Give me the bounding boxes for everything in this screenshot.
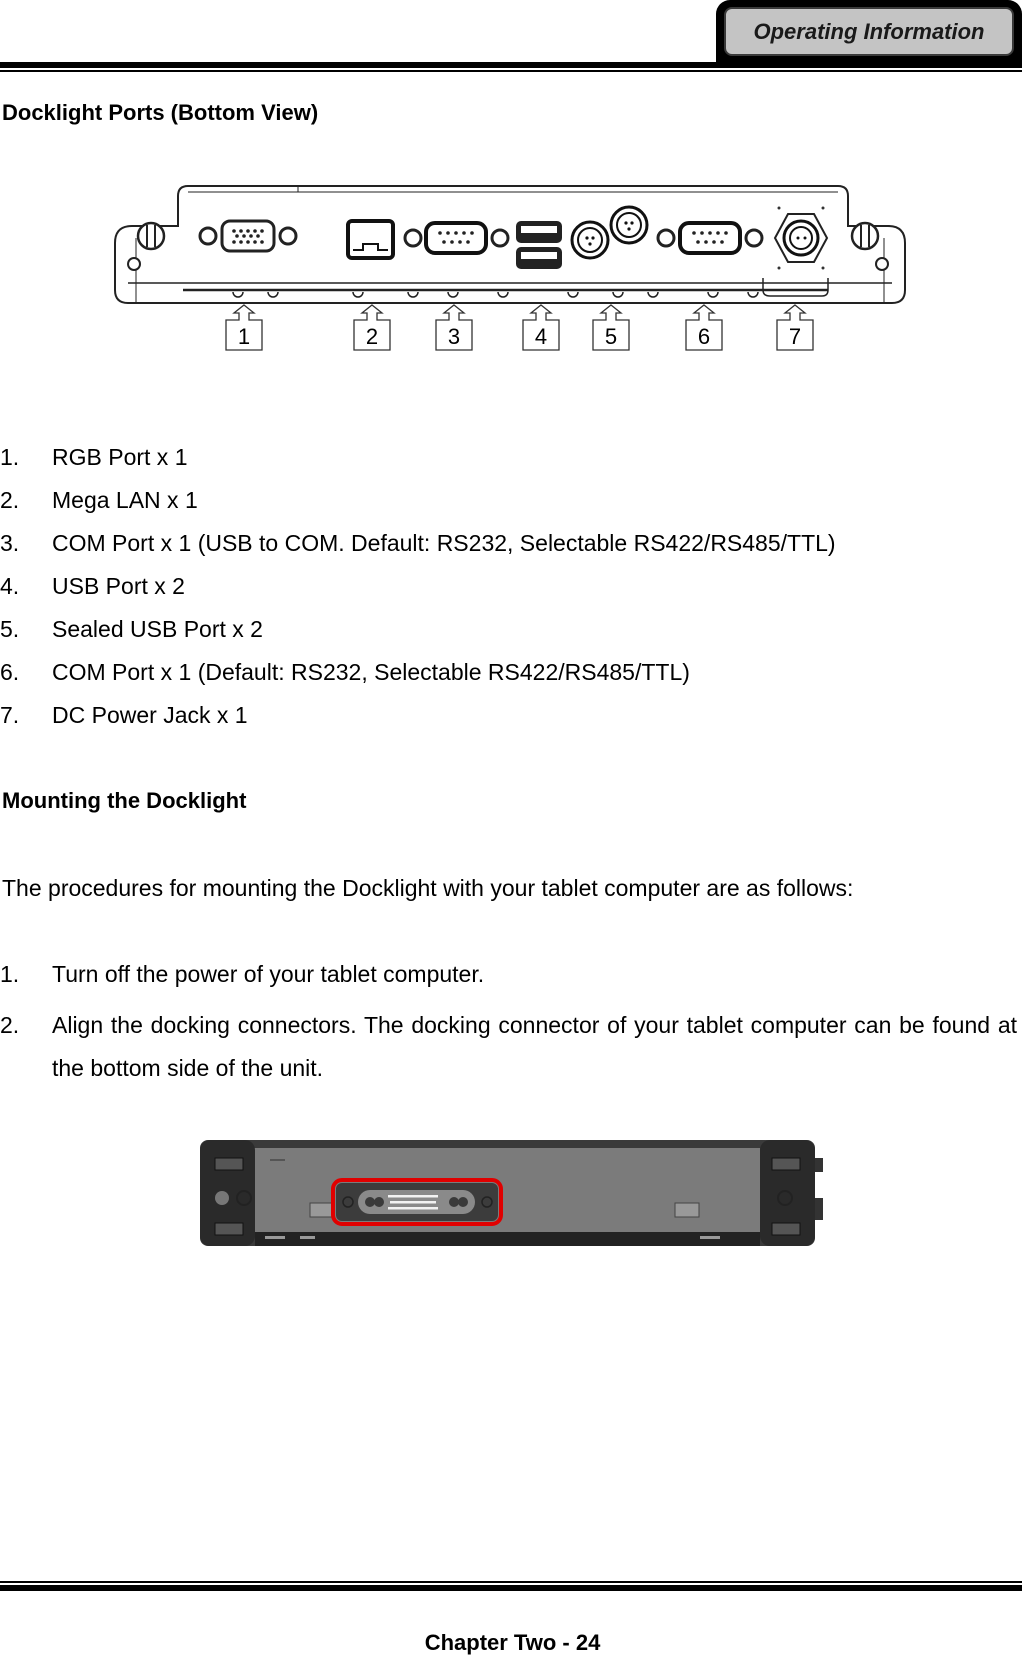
callout-3: 3 <box>434 304 474 359</box>
page-number: Chapter Two - 24 <box>424 1630 601 1655</box>
usb-ports-icon <box>516 221 562 269</box>
port-list-item: 7. DC Power Jack x 1 <box>0 702 248 728</box>
sealed-usb-ports-icon <box>570 205 649 260</box>
thumb-screw-left-icon <box>136 221 166 251</box>
com-port-2-icon <box>656 221 764 255</box>
tablet-bottom-figure <box>200 1140 823 1246</box>
rgb-port-icon <box>198 219 298 253</box>
footer-rule-thin <box>0 1581 1022 1583</box>
port-list-item: 5. Sealed USB Port x 2 <box>0 616 263 642</box>
mounting-title: Mounting the Docklight <box>2 788 247 813</box>
mounting-step: 2. Align the docking connectors. The doc… <box>0 1012 1017 1081</box>
com-port-1-icon <box>403 221 510 255</box>
docklight-ports-title: Docklight Ports (Bottom View) <box>2 100 319 125</box>
header-rule-thin <box>0 70 1022 72</box>
mounting-intro: The procedures for mounting the Dockligh… <box>2 875 854 901</box>
thumb-screw-right-icon <box>850 221 880 251</box>
callout-1: 1 <box>224 304 264 359</box>
lan-port-icon <box>346 219 395 260</box>
callout-7: 7 <box>775 304 815 359</box>
docking-connector-icon <box>336 1183 498 1221</box>
port-list-item: 6. COM Port x 1 (Default: RS232, Selecta… <box>0 659 690 685</box>
mounting-step: 1. Turn off the power of your tablet com… <box>0 961 485 987</box>
port-list-item: 1. RGB Port x 1 <box>0 444 188 470</box>
port-list-item: 2. Mega LAN x 1 <box>0 487 198 513</box>
callout-4: 4 <box>521 304 561 359</box>
port-list-item: 4. USB Port x 2 <box>0 573 185 599</box>
section-tab-label: Operating Information <box>753 18 985 44</box>
port-list-item: 3. COM Port x 1 (USB to COM. Default: RS… <box>0 530 836 556</box>
callout-6: 6 <box>684 304 724 359</box>
footer-rule-thick <box>0 1585 1022 1591</box>
callout-2: 2 <box>352 304 392 359</box>
callout-5: 5 <box>591 304 631 359</box>
section-tab: Operating Information <box>724 7 1014 56</box>
